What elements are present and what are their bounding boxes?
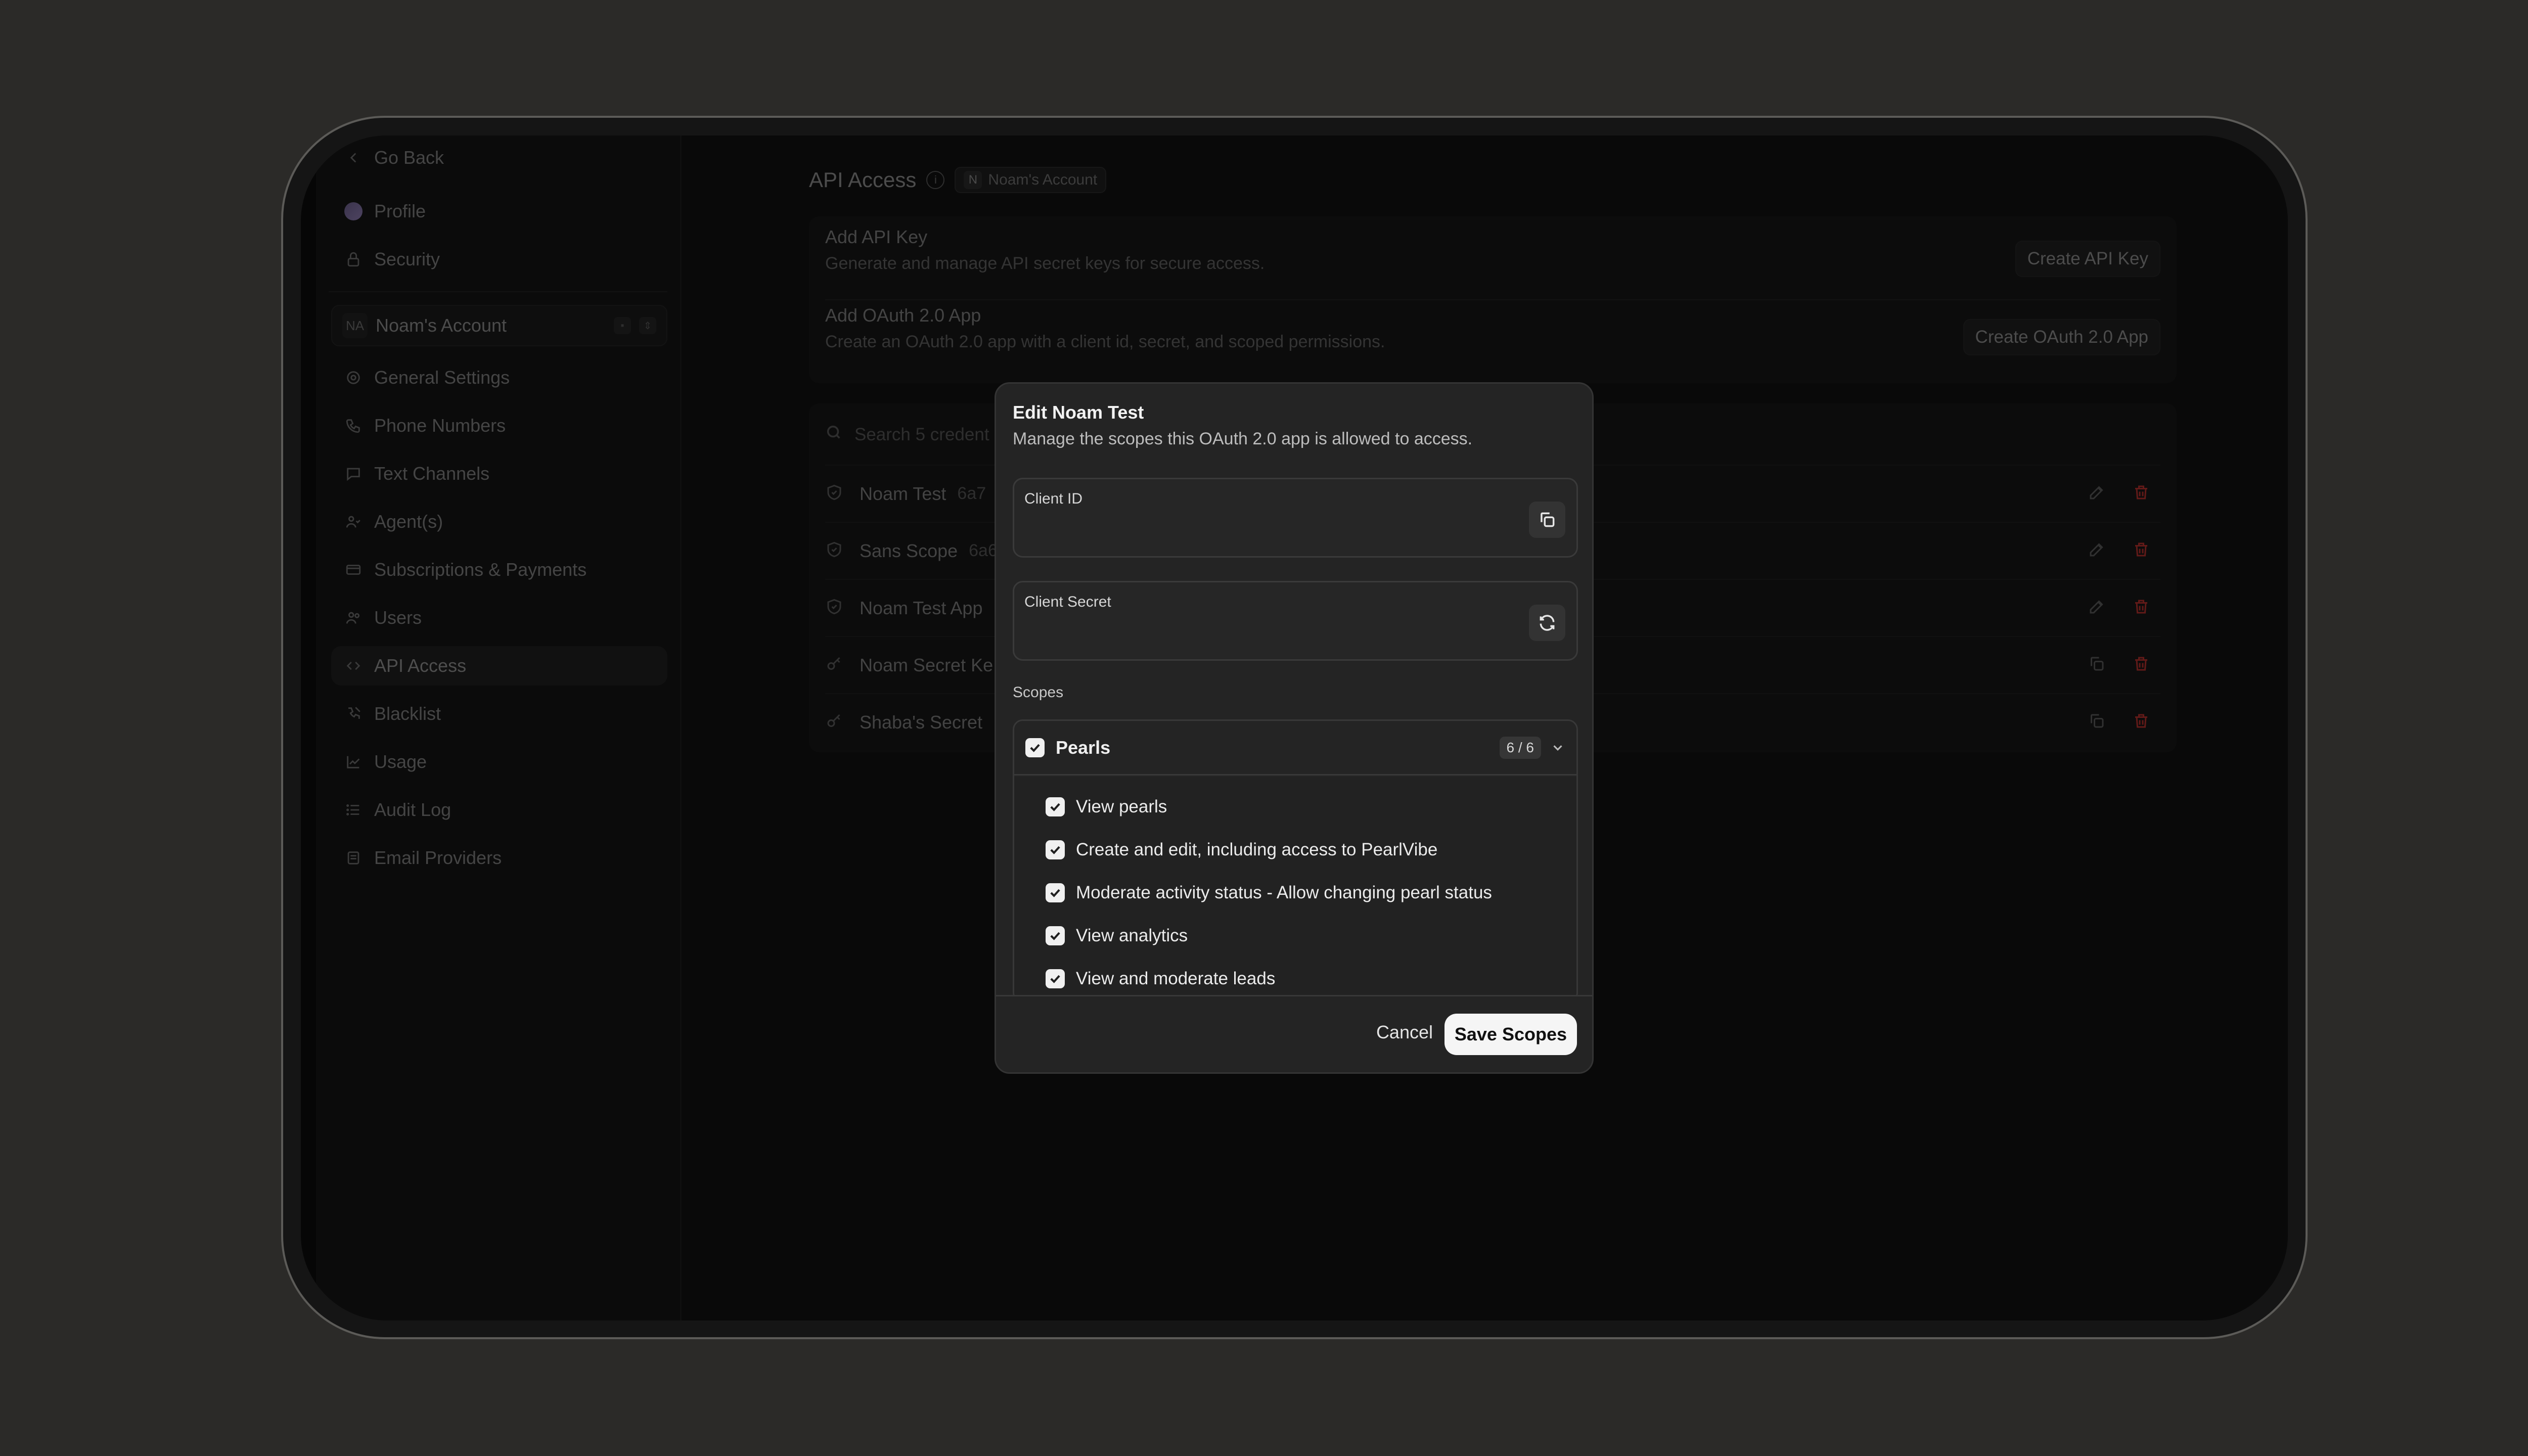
check-icon[interactable] [1046,883,1065,902]
client-secret-label: Client Secret [1024,594,1111,610]
scope-group-header[interactable]: Pearls 6 / 6 [1014,721,1576,776]
scope-item-label: Create and edit, including access to Pea… [1076,840,1438,859]
scope-item-label: Moderate activity status - Allow changin… [1076,883,1492,902]
dialog-title: Edit Noam Test [1013,402,1144,423]
scope-item-label: View and moderate leads [1076,969,1276,988]
scope-item-label: View pearls [1076,797,1167,816]
client-secret-field[interactable]: Client Secret [1013,581,1578,661]
check-icon[interactable] [1046,969,1065,988]
scope-item-label: View analytics [1076,926,1188,945]
check-icon[interactable] [1046,797,1065,816]
client-id-field[interactable]: Client ID [1013,478,1578,558]
scope-group-name: Pearls [1056,737,1111,758]
scope-item[interactable]: Create and edit, including access to Pea… [1046,840,1437,860]
dialog-footer: Cancel Save Scopes [996,995,1592,1072]
check-icon[interactable] [1046,926,1065,945]
save-scopes-button[interactable]: Save Scopes [1444,1014,1577,1055]
edit-oauth-dialog: Edit Noam Test Manage the scopes this OA… [995,382,1594,1074]
cancel-button[interactable]: Cancel [1376,1022,1433,1043]
scope-item[interactable]: View pearls [1046,797,1167,817]
client-id-label: Client ID [1024,490,1083,507]
scope-group: Pearls 6 / 6 View pearls Create and edit,… [1013,719,1578,1003]
scope-list: View pearls Create and edit, including ac… [1014,777,1576,1001]
copy-icon[interactable] [1529,502,1565,538]
scope-item[interactable]: View analytics [1046,926,1188,946]
check-icon[interactable] [1046,840,1065,859]
scope-count-badge: 6 / 6 [1499,736,1541,759]
refresh-icon[interactable] [1529,605,1565,641]
chevron-down-icon[interactable] [1541,737,1565,758]
dialog-description: Manage the scopes this OAuth 2.0 app is … [1013,429,1473,448]
check-icon[interactable] [1025,738,1045,757]
scopes-label: Scopes [1013,684,1064,701]
scope-item[interactable]: View and moderate leads [1046,969,1275,989]
scope-item[interactable]: Moderate activity status - Allow changin… [1046,883,1492,903]
